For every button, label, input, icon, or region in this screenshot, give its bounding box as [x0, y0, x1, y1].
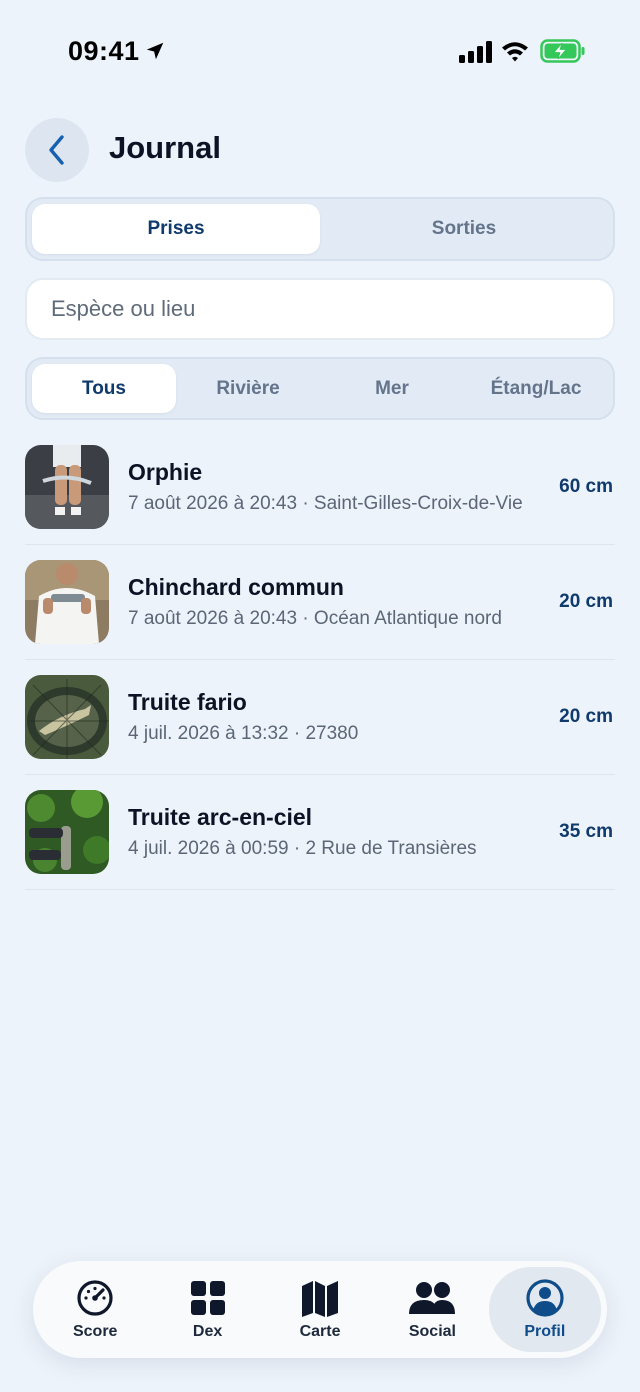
profile-icon — [526, 1279, 564, 1317]
catch-row[interactable]: Chinchard commun 7 août 2026 à 20:43 · O… — [25, 545, 615, 660]
tab-dex[interactable]: Dex — [151, 1267, 263, 1352]
catch-meta: 4 juil. 2026 à 00:59 · 2 Rue de Transièr… — [128, 838, 477, 859]
tab-carte[interactable]: Carte — [264, 1267, 376, 1352]
tab-profil[interactable]: Profil — [488, 1267, 602, 1352]
page-title: Journal — [109, 130, 221, 165]
filter-mer[interactable]: Mer — [320, 364, 464, 413]
filter-riviere[interactable]: Rivière — [176, 364, 320, 413]
catch-photo — [25, 790, 109, 874]
search-input[interactable] — [51, 296, 589, 322]
catch-meta: 7 août 2026 à 20:43 · Saint-Gilles-Croix… — [128, 493, 523, 514]
catch-row[interactable]: Orphie 7 août 2026 à 20:43 · Saint-Gille… — [25, 430, 615, 545]
tab-label: Profil — [524, 1323, 566, 1340]
tab-score[interactable]: Score — [39, 1267, 151, 1352]
cellular-signal-icon — [459, 41, 492, 63]
tab-label: Social — [408, 1323, 456, 1340]
search-field — [25, 278, 615, 340]
catch-species: Chinchard commun — [128, 574, 344, 600]
catch-size: 20 cm — [559, 706, 613, 727]
status-time: 09:41 — [68, 36, 140, 66]
status-bar: 09:41 — [0, 0, 640, 100]
water-type-filter: Tous Rivière Mer Étang/Lac — [25, 357, 615, 420]
map-icon — [302, 1281, 339, 1317]
catch-species: Truite fario — [128, 689, 247, 715]
people-icon — [409, 1282, 456, 1314]
catch-row[interactable]: Truite arc-en-ciel 4 juil. 2026 à 00:59 … — [25, 775, 615, 890]
chevron-left-icon — [49, 135, 64, 165]
catch-list: Orphie 7 août 2026 à 20:43 · Saint-Gille… — [25, 430, 615, 890]
catch-photo — [25, 560, 109, 644]
location-arrow-icon — [146, 42, 164, 60]
battery-charging-icon — [540, 39, 585, 63]
catch-size: 60 cm — [559, 476, 613, 497]
tab-social[interactable]: Social — [376, 1267, 488, 1352]
filter-tous[interactable]: Tous — [32, 364, 176, 413]
tab-prises[interactable]: Prises — [32, 204, 320, 254]
catch-photo — [25, 445, 109, 529]
catch-meta: 4 juil. 2026 à 13:32 · 27380 — [128, 723, 359, 744]
catch-size: 20 cm — [559, 591, 613, 612]
bottom-tab-bar: Score Dex Carte Social Profil — [33, 1261, 607, 1358]
catch-species: Orphie — [128, 459, 203, 485]
tab-label: Carte — [299, 1323, 341, 1340]
tab-label: Score — [72, 1323, 118, 1340]
catch-meta: 7 août 2026 à 20:43 · Océan Atlantique n… — [128, 608, 502, 629]
back-button[interactable] — [25, 118, 89, 182]
tab-sorties[interactable]: Sorties — [320, 204, 608, 254]
catch-size: 35 cm — [559, 821, 613, 842]
gauge-icon — [77, 1280, 113, 1316]
catch-photo — [25, 675, 109, 759]
catch-species: Truite arc-en-ciel — [128, 804, 313, 830]
grid-icon — [190, 1281, 225, 1315]
tab-label: Dex — [192, 1323, 223, 1340]
wifi-icon — [502, 42, 528, 62]
catch-row[interactable]: Truite fario 4 juil. 2026 à 13:32 · 2738… — [25, 660, 615, 775]
journal-segmented-control: Prises Sorties — [25, 197, 615, 261]
filter-etang-lac[interactable]: Étang/Lac — [464, 364, 608, 413]
